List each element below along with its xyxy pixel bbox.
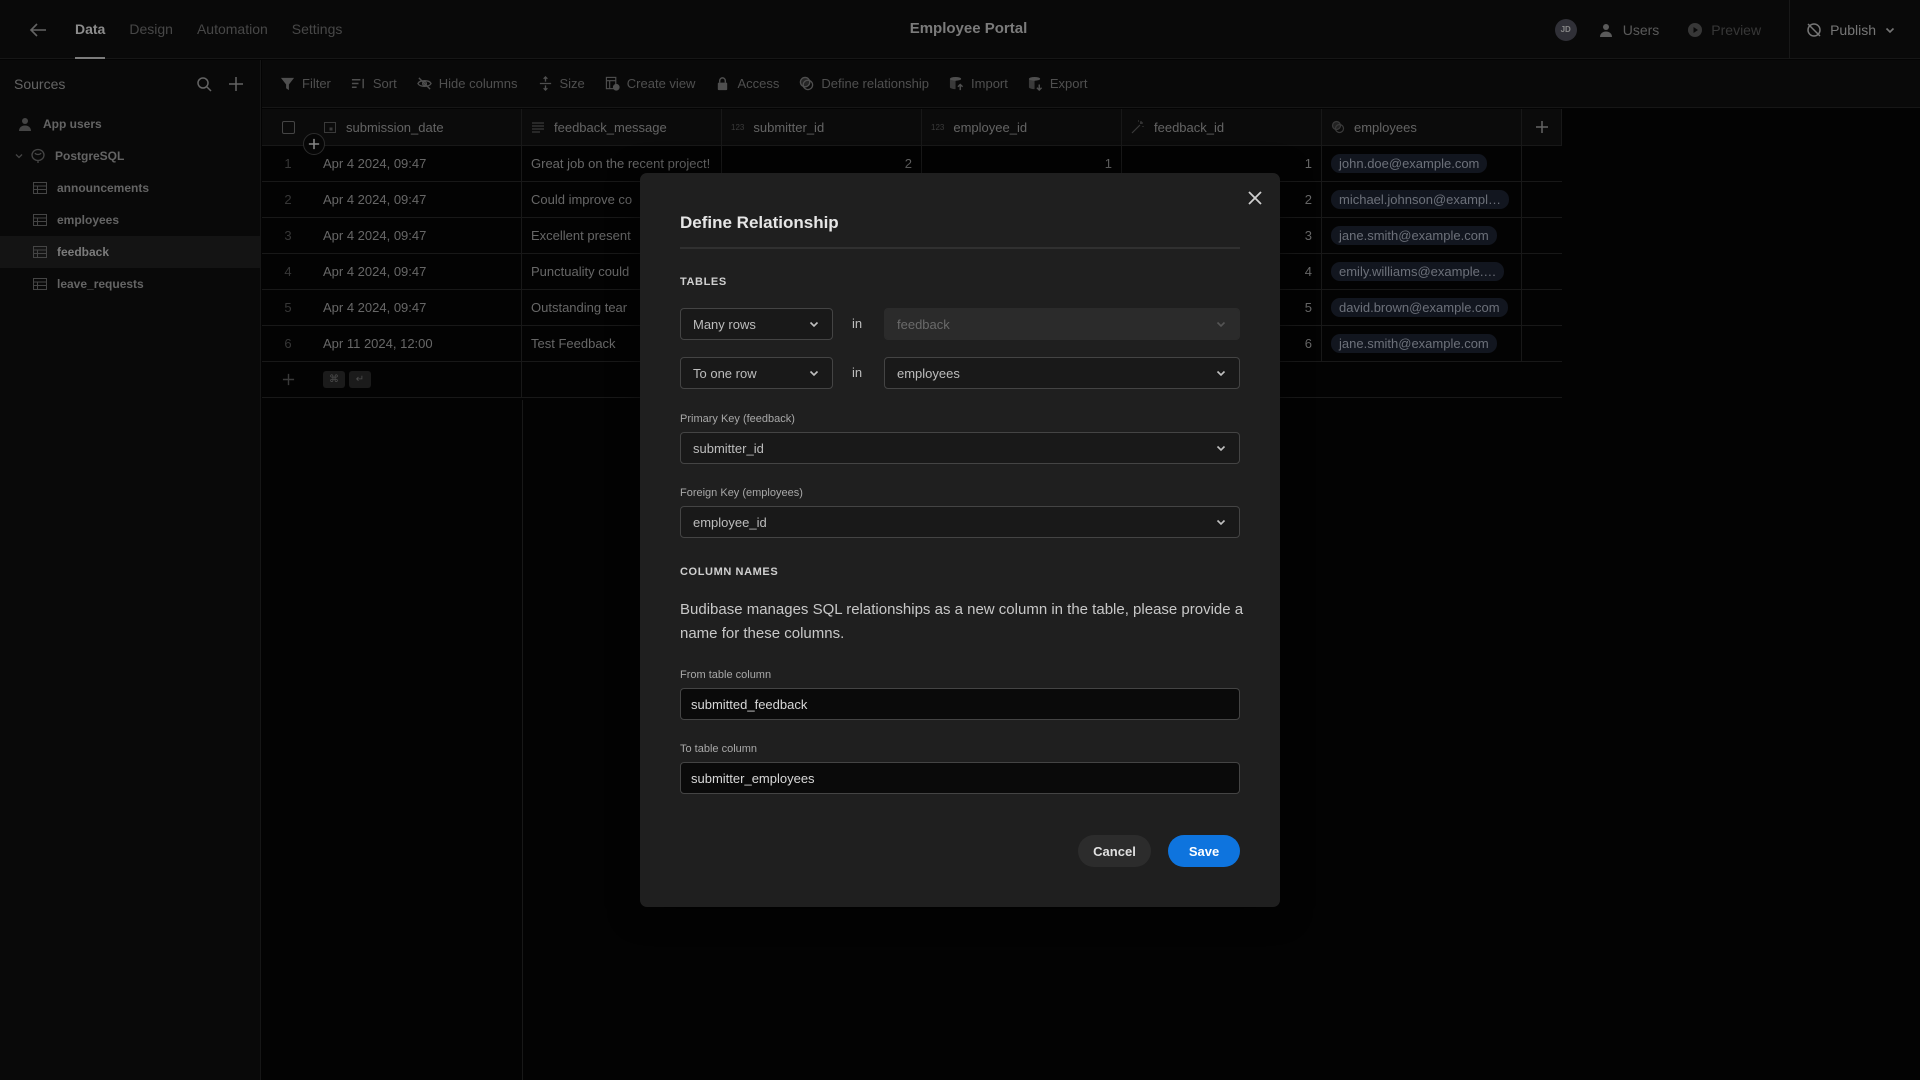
foreign-key-label: Foreign Key (employees) — [680, 487, 803, 499]
save-button[interactable]: Save — [1168, 835, 1240, 867]
close-icon[interactable] — [1244, 187, 1266, 209]
select-value: submitter_id — [693, 440, 764, 456]
column-names-heading: COLUMN NAMES — [680, 566, 779, 578]
in-label: in — [852, 365, 863, 380]
to-cardinality-select[interactable]: To one row — [680, 357, 833, 389]
from-cardinality-select[interactable]: Many rows — [680, 308, 833, 340]
cancel-button[interactable]: Cancel — [1078, 835, 1151, 867]
in-label: in — [852, 316, 863, 331]
chevron-down-icon — [1216, 445, 1226, 452]
primary-key-label: Primary Key (feedback) — [680, 413, 795, 425]
select-value: Many rows — [693, 316, 756, 332]
chevron-down-icon — [809, 370, 819, 377]
foreign-key-select[interactable]: employee_id — [680, 506, 1240, 538]
chevron-down-icon — [1216, 370, 1226, 377]
define-relationship-modal: Define Relationship TABLES Many rows in … — [640, 173, 1280, 907]
from-column-label: From table column — [680, 669, 772, 681]
relationship-description: Budibase manages SQL relationships as a … — [680, 601, 1244, 642]
chevron-down-icon — [1216, 519, 1226, 526]
chevron-down-icon — [1216, 321, 1226, 328]
divider — [680, 247, 1240, 249]
chevron-down-icon — [809, 321, 819, 328]
tables-heading: TABLES — [680, 276, 727, 288]
to-table-column-input[interactable] — [680, 762, 1240, 794]
select-value: employee_id — [693, 514, 767, 530]
select-value: To one row — [693, 365, 757, 381]
from-table-select: feedback — [884, 308, 1240, 340]
primary-key-select[interactable]: submitter_id — [680, 432, 1240, 464]
to-table-select[interactable]: employees — [884, 357, 1240, 389]
select-value: employees — [897, 365, 960, 381]
from-table-column-input[interactable] — [680, 688, 1240, 720]
select-value: feedback — [897, 316, 950, 332]
to-column-label: To table column — [680, 743, 758, 755]
modal-title: Define Relationship — [680, 213, 839, 232]
